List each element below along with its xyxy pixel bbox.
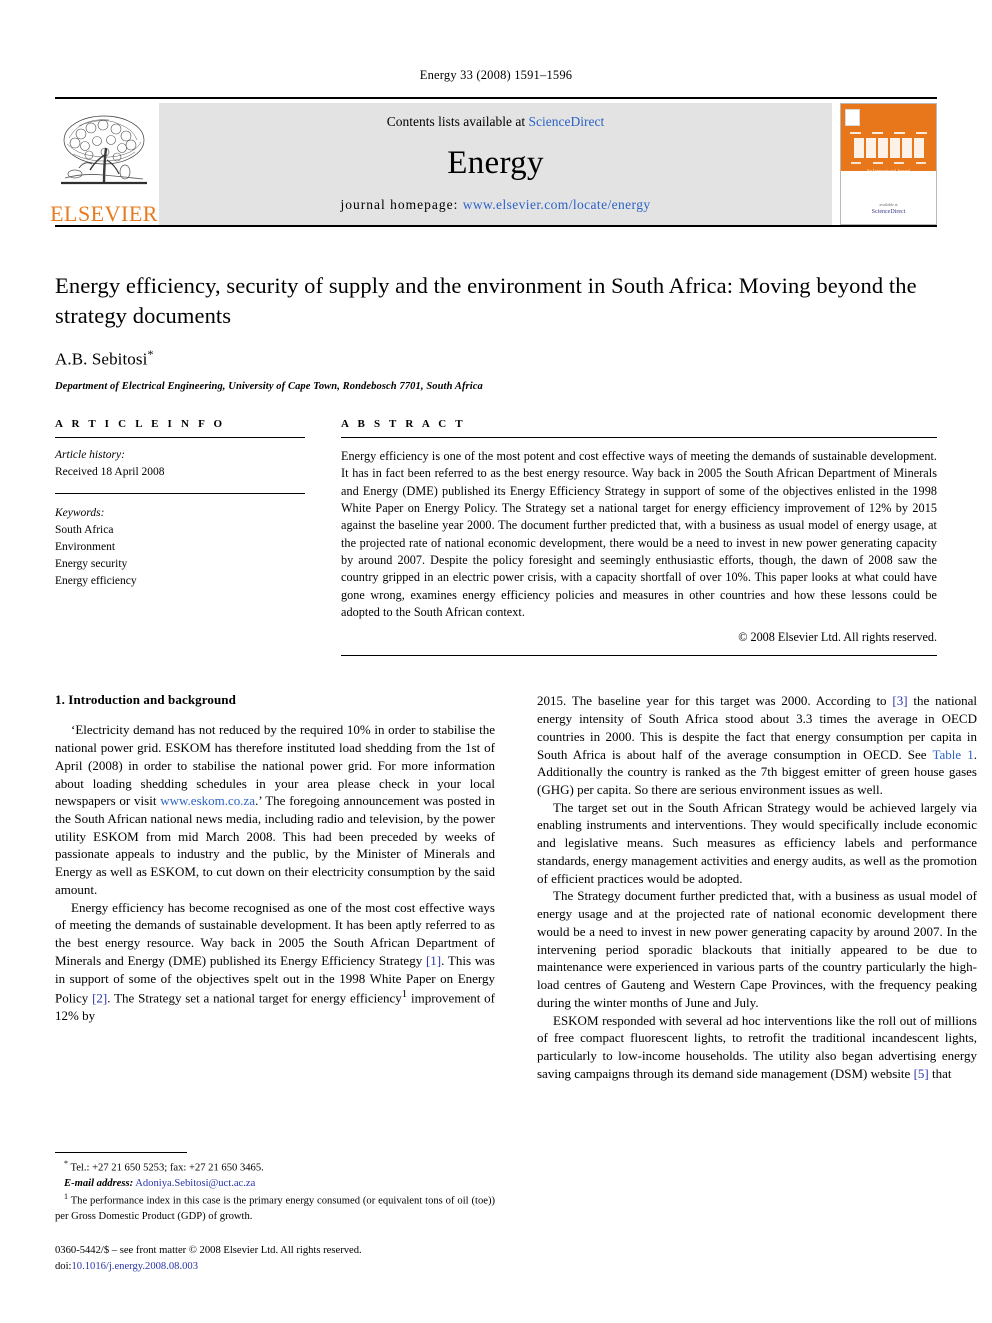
eskom-website-link[interactable]: www.eskom.co.za xyxy=(160,793,255,808)
paragraph-text: .’ The foregoing announcement was posted… xyxy=(55,793,495,897)
doi-label: doi: xyxy=(55,1260,72,1272)
cover-top-panel: An International Journal xyxy=(841,104,936,173)
paper-page: Energy 33 (2008) 1591–1596 ELSEVIER Cont… xyxy=(0,0,992,1323)
contents-available-line: Contents lists available at ScienceDirec… xyxy=(387,114,604,130)
cover-tick-row-bottom xyxy=(845,162,932,164)
footnote-1-text: The performance index in this case is th… xyxy=(55,1195,495,1223)
author-line: A.B. Sebitosi* xyxy=(55,347,937,370)
journal-band: Contents lists available at ScienceDirec… xyxy=(159,103,832,225)
journal-masthead: ELSEVIER Contents lists available at Sci… xyxy=(50,97,937,225)
keywords-label: Keywords: xyxy=(55,507,105,520)
footnote-rule xyxy=(55,1152,187,1153)
paragraph-text: . The Strategy set a national target for… xyxy=(107,990,402,1006)
footnote-1: 1 The performance index in this case is … xyxy=(55,1191,495,1224)
journal-title: Energy xyxy=(447,145,544,181)
journal-cover-thumbnail: An International Journal available at Sc… xyxy=(840,103,937,225)
elsevier-tree-icon xyxy=(61,115,147,185)
body-paragraph: Energy efficiency has become recognised … xyxy=(55,899,495,1025)
cover-badge-icon xyxy=(845,109,860,126)
footnote-contact-text: Tel.: +27 21 650 5253; fax: +27 21 650 3… xyxy=(68,1162,264,1174)
abstract-bottom-rule xyxy=(341,655,937,657)
abstract-rule xyxy=(341,437,937,439)
abstract-copyright: © 2008 Elsevier Ltd. All rights reserved… xyxy=(738,630,937,645)
keyword-item: South Africa xyxy=(55,524,114,537)
abstract-text: Energy efficiency is one of the most pot… xyxy=(341,449,937,619)
table-1-link[interactable]: Table 1 xyxy=(932,747,973,762)
cover-bottom-panel: available at ScienceDirect xyxy=(841,171,936,224)
elsevier-wordmark: ELSEVIER xyxy=(50,201,158,226)
doi-line: doi:10.1016/j.energy.2008.08.003 xyxy=(55,1259,575,1275)
homepage-url-link[interactable]: www.elsevier.com/locate/energy xyxy=(463,197,651,212)
issn-front-matter: 0360-5442/$ – see front matter © 2008 El… xyxy=(55,1245,362,1256)
cover-tagline: An International Journal xyxy=(866,168,911,173)
body-columns: 1. Introduction and background ‘Electric… xyxy=(55,692,977,1082)
body-paragraph: The target set out in the South African … xyxy=(537,799,977,886)
footnote-email: E-mail address: Adoniya.Sebitosi@uct.ac.… xyxy=(55,1176,495,1191)
masthead-bottom-rule xyxy=(55,225,937,227)
citation-link-2[interactable]: [2] xyxy=(92,991,107,1006)
corresponding-author-marker: * xyxy=(147,347,154,362)
email-label: E-mail address: xyxy=(64,1177,134,1189)
article-history-value: Received 18 April 2008 xyxy=(55,466,165,479)
imprint-block: 0360-5442/$ – see front matter © 2008 El… xyxy=(55,1243,575,1275)
section-heading-introduction: 1. Introduction and background xyxy=(55,692,236,708)
citation-link-1[interactable]: [1] xyxy=(426,953,441,968)
footnote-block: * Tel.: +27 21 650 5253; fax: +27 21 650… xyxy=(55,1152,495,1225)
running-head: Energy 33 (2008) 1591–1596 xyxy=(419,68,573,82)
footnote-corresponding: * Tel.: +27 21 650 5253; fax: +27 21 650… xyxy=(55,1158,495,1176)
citation-link-3[interactable]: [3] xyxy=(892,693,907,708)
body-paragraph: ESKOM responded with several ad hoc inte… xyxy=(537,1012,977,1083)
paragraph-text: ESKOM responded with several ad hoc inte… xyxy=(537,1012,977,1081)
article-info-divider xyxy=(55,493,305,495)
cover-energy-wordmark xyxy=(845,138,932,158)
keyword-item: Environment xyxy=(55,541,116,554)
title-block: Energy efficiency, security of supply an… xyxy=(55,271,937,392)
homepage-label: journal homepage: xyxy=(340,197,463,212)
article-history: Article history: Received 18 April 2008 xyxy=(55,447,305,481)
article-info-column: A R T I C L E I N F O Article history: R… xyxy=(55,418,305,656)
body-right-column: 2015. The baseline year for this target … xyxy=(537,692,977,1082)
article-history-label: Article history: xyxy=(55,449,125,462)
author-name: A.B. Sebitosi xyxy=(55,350,148,370)
info-abstract-row: A R T I C L E I N F O Article history: R… xyxy=(55,418,937,657)
article-info-heading: A R T I C L E I N F O xyxy=(55,418,226,431)
cover-tick-row-top xyxy=(845,132,932,134)
abstract-heading: A B S T R A C T xyxy=(341,418,466,431)
keywords-block: Keywords: South Africa Environment Energ… xyxy=(55,505,305,590)
article-info-rule xyxy=(55,437,305,439)
keyword-item: Energy security xyxy=(55,558,128,571)
cover-publisher-label: available at xyxy=(879,202,898,207)
email-link[interactable]: Adoniya.Sebitosi@uct.ac.za xyxy=(135,1178,255,1189)
body-left-column: 1. Introduction and background ‘Electric… xyxy=(55,692,495,1082)
cover-publisher-block: available at ScienceDirect xyxy=(872,202,906,217)
body-paragraph: The Strategy document further predicted … xyxy=(537,888,977,1010)
citation-link-5[interactable]: [5] xyxy=(914,1066,929,1081)
sciencedirect-link[interactable]: ScienceDirect xyxy=(529,114,605,129)
paragraph-text: 2015. The baseline year for this target … xyxy=(537,693,893,709)
abstract-column: A B S T R A C T Energy efficiency is one… xyxy=(341,418,937,657)
doi-link[interactable]: 10.1016/j.energy.2008.08.003 xyxy=(71,1261,198,1272)
cover-publisher-name: ScienceDirect xyxy=(871,209,906,215)
paragraph-text: that xyxy=(928,1065,952,1081)
keyword-item: Energy efficiency xyxy=(55,575,137,588)
contents-prefix: Contents lists available at xyxy=(386,114,529,129)
journal-homepage-line: journal homepage: www.elsevier.com/locat… xyxy=(340,197,650,213)
affiliation: Department of Electrical Engineering, Un… xyxy=(55,381,483,393)
page-title: Energy efficiency, security of supply an… xyxy=(55,273,917,328)
body-paragraph: ‘Electricity demand has not reduced by t… xyxy=(55,721,495,898)
elsevier-logo: ELSEVIER xyxy=(50,103,157,225)
body-paragraph: 2015. The baseline year for this target … xyxy=(537,692,977,798)
